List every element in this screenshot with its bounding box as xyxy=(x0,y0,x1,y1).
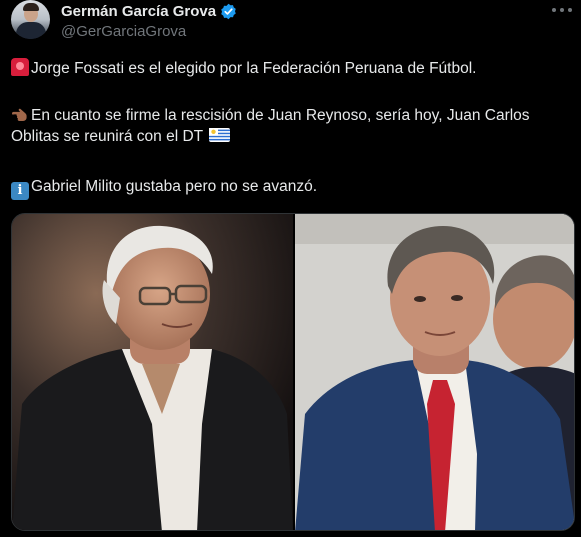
author-display-name[interactable]: Germán García Grova xyxy=(61,3,216,20)
tweet-card: Germán García Grova @GerGarciaGrova Jorg… xyxy=(0,0,581,537)
photo-juan-reynoso[interactable] xyxy=(295,214,574,530)
siren-icon xyxy=(11,58,29,76)
more-options-icon[interactable] xyxy=(552,2,572,18)
tweet-line-2: En cuanto se firme la rescisión de Juan … xyxy=(11,107,530,145)
pointing-left-icon xyxy=(12,108,27,121)
info-icon: i xyxy=(11,182,29,200)
tweet-media[interactable] xyxy=(11,213,575,531)
author-handle[interactable]: @GerGarciaGrova xyxy=(61,23,186,40)
author-avatar[interactable] xyxy=(11,0,50,39)
tweet-line-3: i Gabriel Milito gustaba pero no se avanz… xyxy=(11,176,317,200)
tweet-line-1: Jorge Fossati es el elegido por la Feder… xyxy=(11,58,476,79)
uruguay-flag-icon xyxy=(209,128,231,142)
photo-jorge-fossati[interactable] xyxy=(12,214,293,530)
verified-badge-icon xyxy=(221,3,236,20)
author-name-row: Germán García Grova xyxy=(61,3,237,20)
